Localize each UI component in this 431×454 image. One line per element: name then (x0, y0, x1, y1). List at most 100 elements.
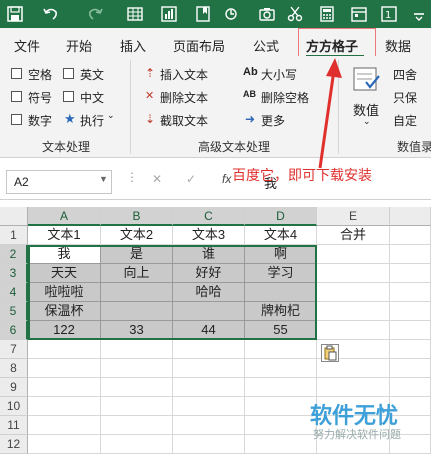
cell-a2[interactable]: 我 (28, 245, 101, 264)
undo-icon[interactable] (42, 5, 60, 23)
cell-b12[interactable] (101, 435, 173, 454)
chart-icon[interactable] (160, 5, 178, 23)
cell-c4[interactable]: 哈哈 (173, 283, 245, 302)
case-button[interactable]: 大小写 (261, 66, 297, 83)
cell-c1[interactable]: 文本3 (173, 226, 245, 245)
column-header-b[interactable]: B (101, 207, 173, 226)
paste-options-icon[interactable] (321, 344, 339, 362)
more-button[interactable]: 更多 (261, 112, 285, 129)
tab-insert[interactable]: 插入 (120, 36, 146, 55)
checkbox-space[interactable] (11, 68, 22, 79)
custom-button[interactable]: 自定 (393, 112, 417, 129)
row-header-9[interactable]: 9 (0, 378, 28, 397)
cell-f8[interactable] (390, 359, 431, 378)
keep-only-button[interactable]: 只保 (393, 89, 417, 106)
row-header-10[interactable]: 10 (0, 397, 28, 416)
row-header-7[interactable]: 7 (0, 340, 28, 359)
cell-f7[interactable] (390, 340, 431, 359)
checkbox-digit[interactable] (11, 114, 22, 125)
cell-a8[interactable] (28, 359, 101, 378)
cell-f9[interactable] (390, 378, 431, 397)
column-header-f[interactable] (390, 207, 431, 226)
cell-d7[interactable] (245, 340, 317, 359)
cell-a7[interactable] (28, 340, 101, 359)
cell-a6[interactable]: 122 (28, 321, 101, 340)
cell-f5[interactable] (390, 302, 431, 321)
column-header-e[interactable]: E (317, 207, 390, 226)
cell-e4[interactable] (317, 283, 390, 302)
calc-icon[interactable] (318, 5, 336, 23)
camera-icon[interactable] (258, 5, 276, 23)
cell-a11[interactable] (28, 416, 101, 435)
cell-c8[interactable] (173, 359, 245, 378)
save-icon[interactable] (6, 5, 24, 23)
cell-d2[interactable]: 啊 (245, 245, 317, 264)
cell-a5[interactable]: 保温杯 (28, 302, 101, 321)
row-header-5[interactable]: 5 (0, 302, 28, 321)
cell-c11[interactable] (173, 416, 245, 435)
table-icon[interactable] (126, 5, 144, 23)
cell-a12[interactable] (28, 435, 101, 454)
cell-b5[interactable] (101, 302, 173, 321)
confirm-icon[interactable]: ✓ (186, 172, 196, 186)
checkbox-english[interactable] (63, 68, 74, 79)
cell-f4[interactable] (390, 283, 431, 302)
cell-c9[interactable] (173, 378, 245, 397)
cell-b1[interactable]: 文本2 (101, 226, 173, 245)
cell-c5[interactable] (173, 302, 245, 321)
cell-d12[interactable] (245, 435, 317, 454)
row-header-4[interactable]: 4 (0, 283, 28, 302)
tab-data[interactable]: 数据 (385, 36, 411, 55)
cell-d4[interactable] (245, 283, 317, 302)
row-header-2[interactable]: 2 (0, 245, 28, 264)
checkbox-symbol[interactable] (11, 91, 22, 102)
overflow-icon[interactable] (410, 5, 428, 23)
column-header-d[interactable]: D (245, 207, 317, 226)
cell-b7[interactable] (101, 340, 173, 359)
tab-formulas[interactable]: 公式 (253, 36, 279, 55)
cell-f6[interactable] (390, 321, 431, 340)
row-header-8[interactable]: 8 (0, 359, 28, 378)
row-header-11[interactable]: 11 (0, 416, 28, 435)
cut-icon[interactable] (286, 5, 304, 23)
fx-icon[interactable]: fx (222, 172, 231, 186)
cell-f2[interactable] (390, 245, 431, 264)
row-header-3[interactable]: 3 (0, 264, 28, 283)
cell-a3[interactable]: 天天 (28, 264, 101, 283)
cell-d1[interactable]: 文本4 (245, 226, 317, 245)
cell-d3[interactable]: 学习 (245, 264, 317, 283)
cell-b9[interactable] (101, 378, 173, 397)
cell-b2[interactable]: 是 (101, 245, 173, 264)
cell-e6[interactable] (317, 321, 390, 340)
cell-b4[interactable] (101, 283, 173, 302)
execute-button[interactable]: 执行 (80, 112, 104, 129)
row-header-1[interactable]: 1 (0, 226, 28, 245)
cell-c2[interactable]: 谁 (173, 245, 245, 264)
insert-text-button[interactable]: 插入文本 (160, 66, 208, 83)
more-icon[interactable] (222, 5, 240, 23)
tab-file[interactable]: 文件 (14, 36, 40, 55)
cancel-icon[interactable]: ✕ (152, 172, 162, 186)
cell-f3[interactable] (390, 264, 431, 283)
bookmark-icon[interactable] (194, 5, 212, 23)
cell-d5[interactable]: 牌枸杞 (245, 302, 317, 321)
cell-c6[interactable]: 44 (173, 321, 245, 340)
checkbox-chinese[interactable] (63, 91, 74, 102)
calendar-icon[interactable] (350, 5, 368, 23)
cell-d8[interactable] (245, 359, 317, 378)
drag-handle-icon[interactable]: ⋮ (126, 170, 138, 184)
row-header-6[interactable]: 6 (0, 321, 28, 340)
delete-text-button[interactable]: 删除文本 (160, 89, 208, 106)
cell-e9[interactable] (317, 378, 390, 397)
cell-c3[interactable]: 好好 (173, 264, 245, 283)
row-header-12[interactable]: 12 (0, 435, 28, 454)
column-header-c[interactable]: C (173, 207, 245, 226)
cell-c7[interactable] (173, 340, 245, 359)
cell-b8[interactable] (101, 359, 173, 378)
cell-b3[interactable]: 向上 (101, 264, 173, 283)
cell-b11[interactable] (101, 416, 173, 435)
tab-page-layout[interactable]: 页面布局 (173, 36, 225, 55)
cell-a10[interactable] (28, 397, 101, 416)
cell-a1[interactable]: 文本1 (28, 226, 101, 245)
cell-b6[interactable]: 33 (101, 321, 173, 340)
